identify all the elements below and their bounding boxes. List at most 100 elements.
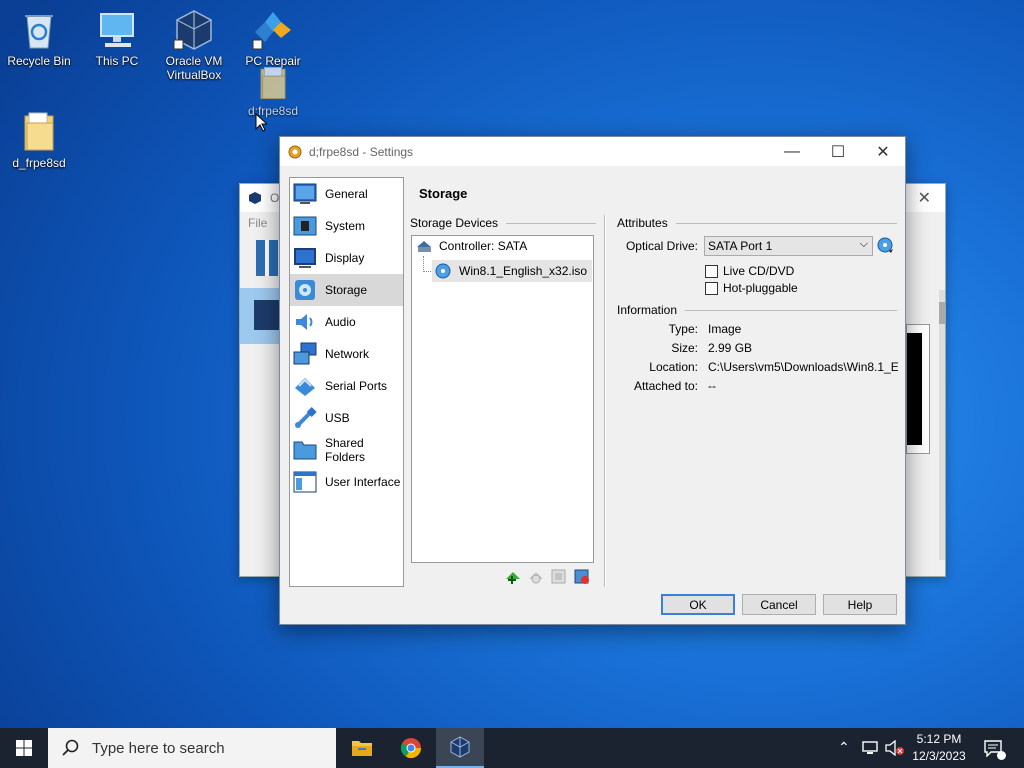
clock[interactable]: 5:12 PM 12/3/2023 xyxy=(908,731,970,765)
size-value: 2.99 GB xyxy=(708,341,753,355)
menu-file[interactable]: File xyxy=(248,216,267,230)
nav-item-label: Shared Folders xyxy=(325,436,366,464)
nav-item-network[interactable]: Network xyxy=(290,338,403,370)
audio-icon xyxy=(296,314,313,330)
pane-divider[interactable] xyxy=(604,215,606,587)
settings-gear-icon xyxy=(288,145,302,158)
tree-item-attachment[interactable]: Win8.1_English_x32.iso xyxy=(432,260,592,282)
attached-to-value: -- xyxy=(708,379,716,393)
remove-controller-icon[interactable] xyxy=(527,568,544,585)
hot-pluggable-label: Hot-pluggable xyxy=(723,281,798,295)
general-icon xyxy=(293,183,317,204)
recycle-bin-icon xyxy=(25,15,53,49)
nav-item-label: Network xyxy=(325,347,370,361)
maximize-button[interactable]: ☐ xyxy=(815,137,861,166)
nav-item-general[interactable]: General xyxy=(290,178,403,210)
storage-icon xyxy=(295,280,315,300)
taskbar-search-box[interactable]: Type here to search xyxy=(48,728,336,768)
nav-item-usb[interactable]: USB xyxy=(290,402,403,434)
type-value: Image xyxy=(708,322,742,336)
attributes-heading: Attributes xyxy=(617,216,668,230)
desktop-icon-dragged-folder[interactable]: d;frpe8sd xyxy=(234,64,312,118)
desktop-icon-recycle-bin[interactable]: Recycle Bin xyxy=(0,8,78,68)
nav-item-storage[interactable]: Storage xyxy=(290,274,403,306)
choose-disk-icon[interactable] xyxy=(877,237,895,255)
taskbar-chrome[interactable] xyxy=(387,728,435,768)
optical-drive-label: Optical Drive: xyxy=(625,239,698,253)
hot-pluggable-checkbox[interactable]: Hot-pluggable xyxy=(705,281,798,295)
search-icon xyxy=(62,739,79,756)
folder-icon xyxy=(24,112,54,151)
group-divider xyxy=(675,222,897,224)
attachment-label: Win8.1_English_x32.iso xyxy=(459,264,588,278)
desktop-icon-pc-repair[interactable]: PC Repair xyxy=(234,8,312,68)
nav-item-system[interactable]: System xyxy=(290,210,403,242)
ok-button[interactable]: OK xyxy=(661,594,735,615)
volume-muted-icon[interactable] xyxy=(885,740,905,756)
settings-dialog[interactable]: d;frpe8sd - Settings — ☐ ✕ General Syste… xyxy=(279,136,906,625)
serial-ports-icon xyxy=(295,378,315,396)
display-icon xyxy=(294,248,316,268)
notification-badge xyxy=(997,751,1006,760)
help-button[interactable]: Help xyxy=(823,594,897,615)
cancel-button[interactable]: Cancel xyxy=(742,594,816,615)
vm-list-item-icon xyxy=(254,300,280,330)
live-cd-checkbox[interactable]: Live CD/DVD xyxy=(705,264,794,278)
group-divider xyxy=(506,222,596,224)
nav-item-label: System xyxy=(325,219,366,233)
close-button[interactable]: ✕ xyxy=(860,137,906,166)
desktop-icon-this-pc[interactable]: This PC xyxy=(78,8,156,68)
nav-item-label: Storage xyxy=(325,283,368,297)
nav-item-label: Audio xyxy=(325,315,356,329)
virtualbox-icon xyxy=(173,10,212,50)
tray-chevron-icon[interactable]: ⌃ xyxy=(838,739,850,756)
minimize-button[interactable]: — xyxy=(769,137,815,166)
settings-nav[interactable]: General System Display Storage Audio Net… xyxy=(289,177,404,587)
checkbox-box[interactable] xyxy=(705,264,718,278)
controller-label: Controller: SATA xyxy=(439,239,528,253)
optical-disc-icon xyxy=(435,263,451,279)
dialog-titlebar[interactable]: d;frpe8sd - Settings — ☐ ✕ xyxy=(280,137,905,166)
storage-devices-heading: Storage Devices xyxy=(410,216,499,230)
nav-item-audio[interactable]: Audio xyxy=(290,306,403,338)
desktop-icon-virtualbox[interactable]: Oracle VM VirtualBox xyxy=(155,8,233,82)
windows-logo-icon xyxy=(16,740,32,756)
nav-item-serial-ports[interactable]: Serial Ports xyxy=(290,370,403,402)
controller-icon xyxy=(417,241,431,252)
desktop-icon-folder[interactable]: d_frpe8sd xyxy=(0,110,78,170)
nav-item-display[interactable]: Display xyxy=(290,242,403,274)
taskbar-file-explorer[interactable] xyxy=(338,728,386,768)
remove-attachment-icon[interactable] xyxy=(573,568,590,585)
desktop-icon-label: This PC xyxy=(95,54,139,68)
nav-item-shared-folders[interactable]: Shared Folders xyxy=(290,434,403,466)
live-cd-label: Live CD/DVD xyxy=(723,264,795,278)
add-attachment-icon[interactable] xyxy=(550,568,567,585)
usb-icon xyxy=(295,407,317,428)
tools-icon[interactable] xyxy=(256,240,278,276)
storage-tree[interactable]: Controller: SATA Win8.1_English_x32.iso xyxy=(411,235,594,563)
chrome-icon xyxy=(400,738,422,759)
start-button[interactable] xyxy=(0,728,48,768)
virtualbox-icon xyxy=(249,192,261,204)
user-interface-icon xyxy=(293,471,317,493)
taskbar-virtualbox[interactable] xyxy=(436,728,484,768)
nav-item-label: User Interface xyxy=(325,475,401,489)
information-group-header: Information xyxy=(617,303,897,317)
manager-scrollbar[interactable] xyxy=(939,290,945,560)
checkbox-box[interactable] xyxy=(705,281,718,295)
optical-drive-select[interactable]: SATA Port 1 ⌵ xyxy=(704,236,873,256)
nav-item-user-interface[interactable]: User Interface xyxy=(290,466,403,498)
add-controller-icon[interactable] xyxy=(504,568,521,585)
desktop-icon-label: d_frpe8sd xyxy=(12,156,66,170)
location-label: Location: xyxy=(649,360,698,374)
nav-item-label: USB xyxy=(325,411,350,425)
manager-close-icon[interactable]: ✕ xyxy=(918,188,931,208)
network-icon xyxy=(293,342,317,365)
manager-scroll-thumb[interactable] xyxy=(939,302,945,324)
tree-item-controller[interactable]: Controller: SATA xyxy=(416,239,527,253)
network-tray-icon[interactable] xyxy=(862,740,880,756)
dialog-title: d;frpe8sd - Settings xyxy=(309,144,414,159)
desktop-icon-label: Oracle VM VirtualBox xyxy=(165,54,223,82)
tree-toolbar xyxy=(504,568,590,585)
optical-drive-value: SATA Port 1 xyxy=(708,239,773,253)
